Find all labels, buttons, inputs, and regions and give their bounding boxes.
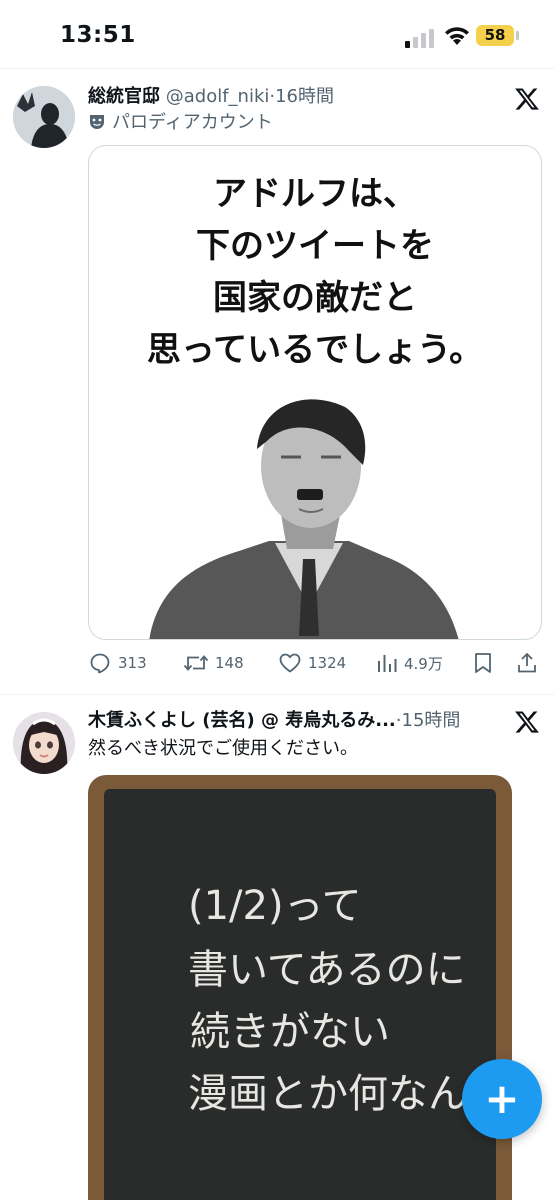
handle[interactable]: @adolf_niki [166,86,270,107]
retweet-count: 148 [215,654,244,672]
chalk-line-3: 続きがない [190,1009,390,1055]
chalkboard: (1/2)って 書いてあるのに 続きがない 漫画とか何なん? [104,789,496,1200]
like-count: 1324 [308,654,347,672]
x-logo-icon[interactable] [514,86,540,112]
timestamp[interactable]: 16時間 [275,86,334,107]
views-button[interactable]: 4.9万 [376,650,443,676]
reply-icon [90,653,110,674]
bookmark-button[interactable] [472,650,494,676]
chalk-line-2: 書いてあるのに [188,947,466,993]
plus-icon: + [484,1074,520,1123]
chalk-writing: (1/2)って 書いてあるのに 続きがない 漫画とか何なん? [188,883,489,1117]
parody-mask-icon [90,115,104,129]
tweet-header: 総統官邸 @adolf_niki·16時間 [88,84,334,110]
chalk-line-4: 漫画とか何なん? [188,1071,489,1117]
tweet-2-text: 然るべき状況でご使用ください。 [88,738,358,759]
like-button[interactable]: 1324 [278,650,346,676]
avatar[interactable] [13,86,75,148]
avatar-2[interactable] [13,712,75,774]
parody-label-text: パロディアカウント [112,112,273,133]
views-count: 4.9万 [404,654,443,673]
tweet-media-image[interactable]: アドルフは、 下のツイートを 国家の敵だと 思っているでしょう。 [88,145,542,640]
avatar-silhouette-icon [13,86,75,148]
heart-icon [279,653,301,673]
views-chart-icon [378,655,397,672]
parody-account-label: パロディアカウント [88,110,273,136]
share-button[interactable] [515,650,539,676]
tweet-2-media-image[interactable]: (1/2)って 書いてあるのに 続きがない 漫画とか何なん? [88,775,512,1200]
tweet-actions: 313 148 1324 4.9万 [88,650,548,676]
retweet-button[interactable]: 148 [183,650,244,676]
reply-count: 313 [118,654,147,672]
x-logo-icon-2[interactable] [514,709,540,735]
tweet-1[interactable]: 総統官邸 @adolf_niki·16時間 パロディアカウント アドルフは、 下… [0,0,554,695]
chalk-line-1: (1/2)って [188,883,362,929]
poster-text-line-3: 国家の敵だと [213,278,417,318]
poster-text-line-1: アドルフは、 [213,174,417,214]
poster-text-line-2: 下のツイートを [196,226,434,266]
avatar-doll-icon [13,712,75,774]
bookmark-icon [475,653,491,673]
reply-button[interactable]: 313 [88,650,147,676]
compose-tweet-button[interactable]: + [462,1059,542,1139]
display-name-2[interactable]: 木賃ふくよし (芸名) @ 寿烏丸るみ... [88,710,396,731]
poster-portrait-illustration [149,399,459,639]
share-icon [518,652,536,673]
timestamp-2[interactable]: 15時間 [402,710,461,731]
tweet-2-header: 木賃ふくよし (芸名) @ 寿烏丸るみ...·15時間 [88,708,500,734]
poster-text-line-4: 思っているでしょう。 [146,330,484,370]
retweet-icon [183,655,209,671]
display-name[interactable]: 総統官邸 [88,86,160,107]
